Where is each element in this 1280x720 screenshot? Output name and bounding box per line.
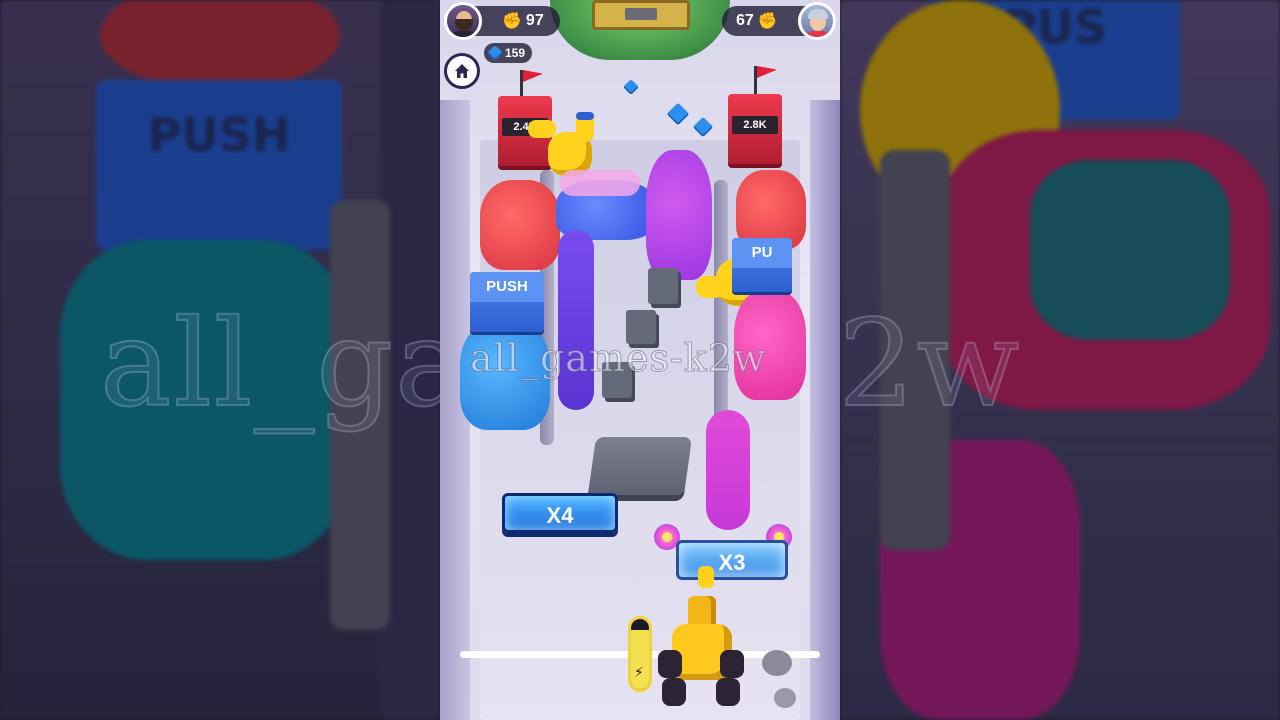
red-crowd-left: [480, 180, 560, 270]
cannon-wheel: [716, 678, 740, 706]
cannon-wheel: [720, 650, 744, 678]
blue-fist-icon: ✊: [502, 13, 522, 30]
player-avatar[interactable]: [444, 2, 482, 40]
cannon-wheel: [658, 650, 682, 678]
left-flag: [523, 70, 543, 82]
push-block-left-label: PUSH: [470, 272, 544, 302]
opponent-avatar[interactable]: [798, 2, 836, 40]
opponent-score: 67: [736, 12, 754, 29]
player-score: 97: [525, 12, 544, 29]
background-push-sign: PUSH: [96, 80, 342, 250]
background-push-text: PUSH: [147, 108, 291, 162]
gem-counter: 159: [484, 43, 532, 63]
gem-count: 159: [505, 46, 526, 60]
yellow-runner: [698, 566, 714, 588]
teal-crowd-blur: [1030, 160, 1230, 340]
hit-effect: [560, 170, 640, 196]
push-block-left: PUSH: [470, 272, 544, 332]
cannon-wheel: [662, 678, 686, 706]
player-cannon[interactable]: [658, 596, 744, 706]
purple-crowd: [646, 150, 712, 280]
lightning-icon: ⚡: [634, 664, 644, 680]
smoke-puff: [774, 688, 796, 708]
right-flag-pole: [754, 66, 757, 96]
home-icon: [455, 64, 469, 78]
purple-stream-left: [558, 230, 594, 410]
magenta-stream: [706, 410, 750, 530]
red-crowd-blur: [100, 0, 340, 90]
right-flag: [757, 66, 777, 78]
multiplier-gate-x3: X3: [676, 540, 788, 580]
enemy-tower-right[interactable]: 2.8K: [728, 94, 782, 164]
red-fist-icon: ✊: [757, 13, 778, 30]
obstacle-slab: [587, 437, 693, 495]
enemy-tower-right-hp: 2.8K: [732, 116, 778, 134]
energy-meter: ⚡: [628, 616, 652, 692]
floating-gem: [623, 79, 639, 95]
multiplier-gate-x4: X4: [502, 493, 618, 533]
obstacle-cube: [648, 268, 678, 304]
enemy-base-crate: [592, 0, 690, 30]
push-block-right: PU: [732, 238, 792, 292]
watermark: all_games-k2w: [470, 336, 767, 381]
floating-gem: [692, 116, 714, 138]
right-wall: [810, 100, 840, 720]
top-hud: ✊ 97 67 ✊ 159: [440, 0, 840, 63]
smoke-puff: [762, 650, 792, 676]
blue-gem-icon: [487, 45, 503, 61]
floating-gem: [666, 102, 690, 126]
push-block-right-label: PU: [732, 238, 792, 268]
home-button[interactable]: [444, 53, 480, 89]
